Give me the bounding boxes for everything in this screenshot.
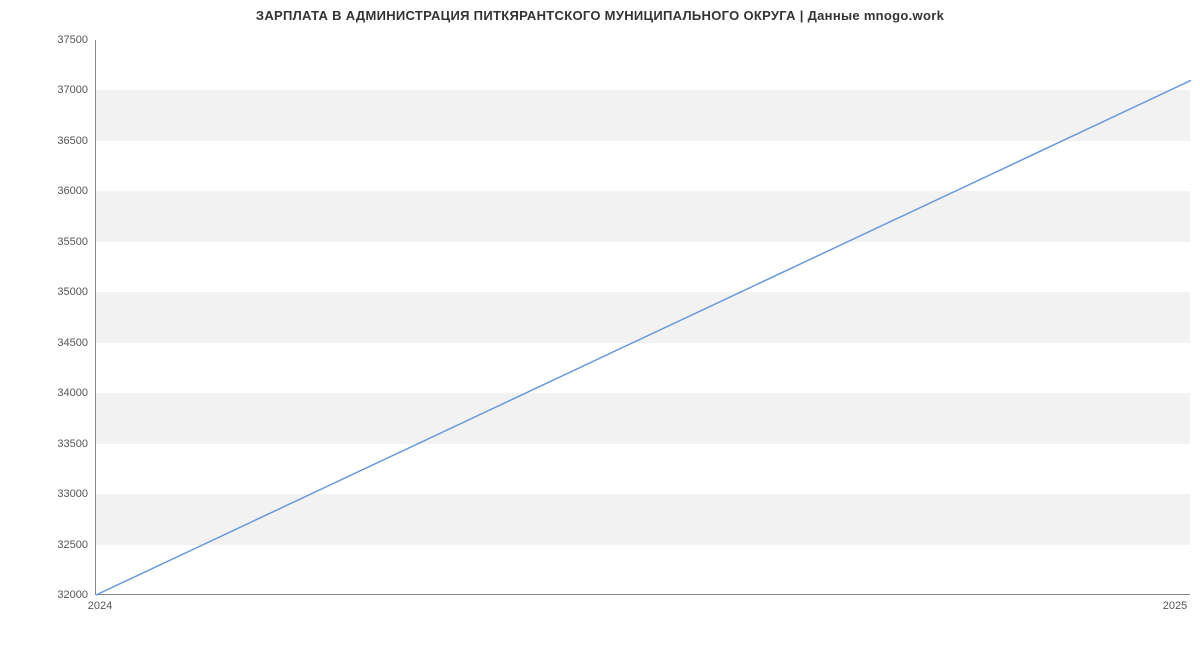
- data-line: [96, 80, 1191, 595]
- y-tick-label: 35500: [57, 236, 88, 248]
- y-tick-label: 37000: [57, 84, 88, 96]
- y-tick-label: 34000: [57, 387, 88, 399]
- y-tick-label: 36500: [57, 135, 88, 147]
- chart-line-svg: [96, 40, 1190, 594]
- y-tick-label: 33000: [57, 488, 88, 500]
- x-tick-label: 2025: [1163, 600, 1187, 612]
- y-tick-label: 32500: [57, 539, 88, 551]
- y-tick-label: 33500: [57, 438, 88, 450]
- y-tick-label: 34500: [57, 337, 88, 349]
- x-tick-label: 2024: [88, 600, 112, 612]
- chart-container: ЗАРПЛАТА В АДМИНИСТРАЦИЯ ПИТКЯРАНТСКОГО …: [0, 0, 1200, 650]
- y-tick-label: 32000: [57, 589, 88, 601]
- y-tick-label: 36000: [57, 185, 88, 197]
- chart-title: ЗАРПЛАТА В АДМИНИСТРАЦИЯ ПИТКЯРАНТСКОГО …: [0, 8, 1200, 23]
- y-tick-label: 35000: [57, 286, 88, 298]
- y-tick-label: 37500: [57, 34, 88, 46]
- plot-area: [95, 40, 1190, 595]
